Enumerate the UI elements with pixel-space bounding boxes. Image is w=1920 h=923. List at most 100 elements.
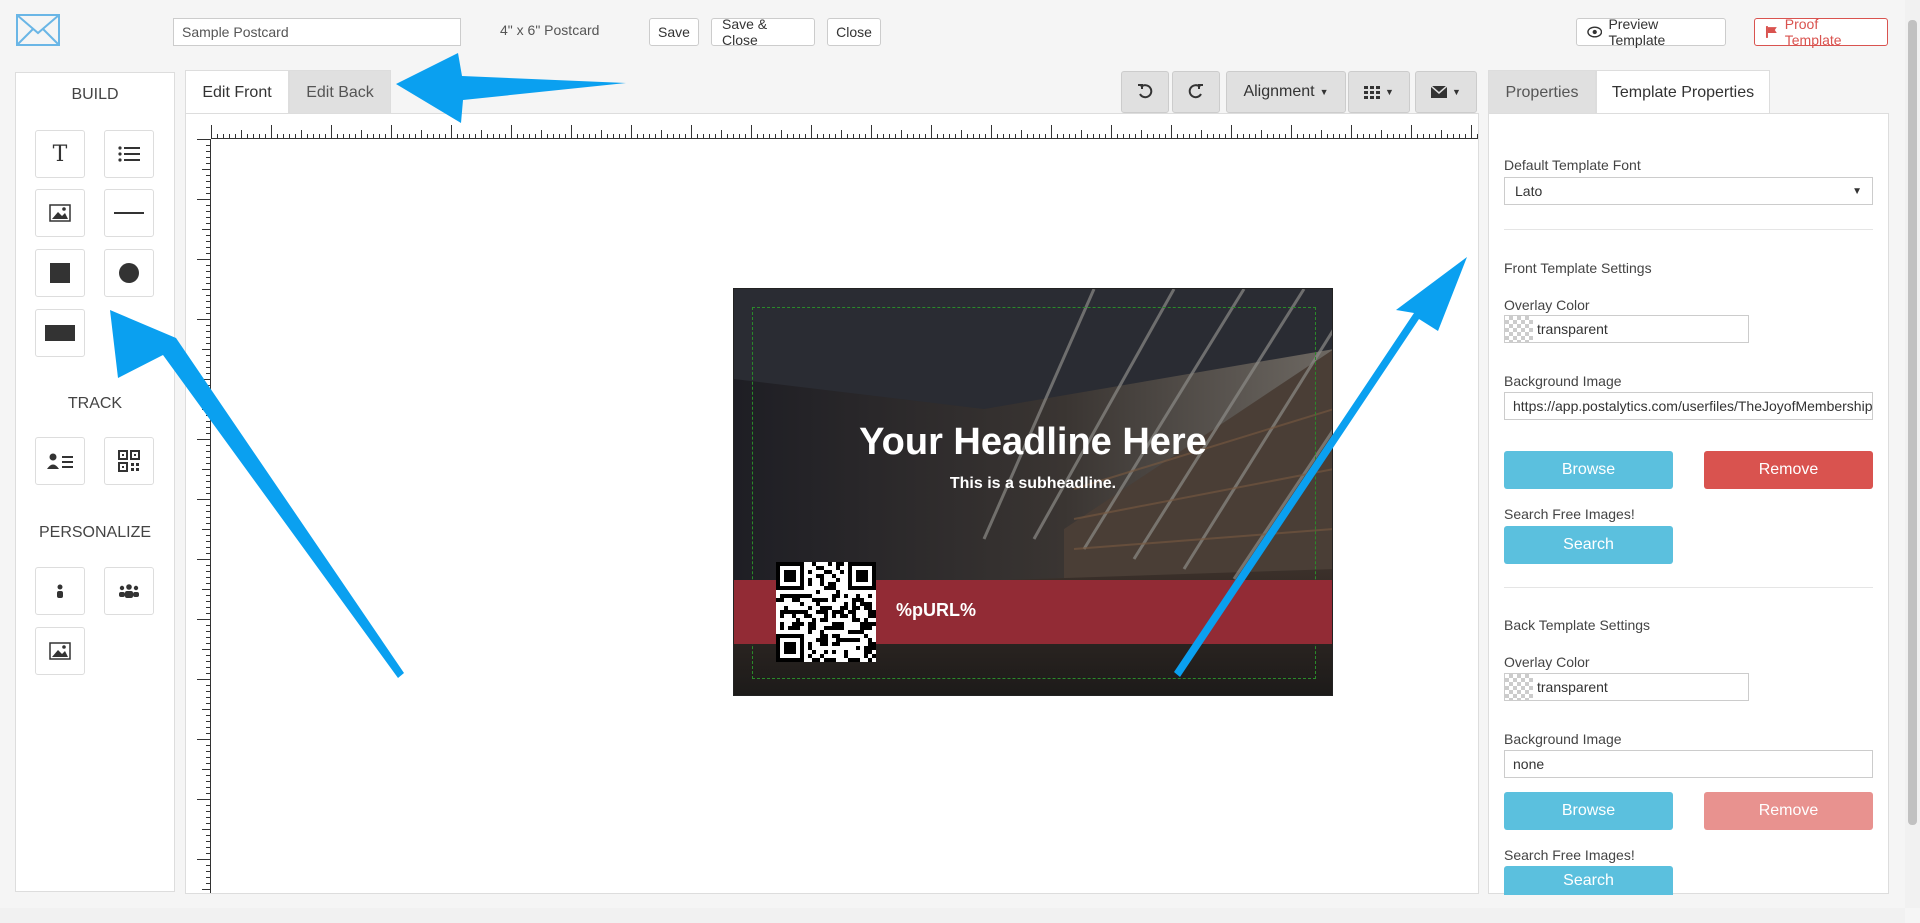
redo-icon — [1188, 84, 1203, 99]
build-title: BUILD — [71, 86, 119, 103]
eye-icon — [1587, 26, 1603, 38]
line-tool-button[interactable] — [104, 189, 154, 237]
list-tool-icon — [118, 146, 140, 162]
grid-icon — [1364, 85, 1381, 99]
line-tool-icon — [114, 212, 144, 214]
back-remove-button[interactable]: Remove — [1704, 792, 1873, 830]
tab-edit-front[interactable]: Edit Front — [185, 70, 289, 114]
preview-template-button[interactable]: Preview Template — [1576, 16, 1726, 48]
rectangle-tool-button[interactable] — [35, 309, 85, 357]
postcard-subheadline[interactable]: This is a subheadline. — [734, 475, 1332, 493]
default-font-select[interactable]: Lato ▼ — [1504, 177, 1873, 205]
front-overlay-color-input[interactable]: transparent — [1504, 315, 1749, 343]
front-bg-image-input[interactable]: https://app.postalytics.com/userfiles/Th… — [1504, 392, 1873, 420]
caret-down-icon: ▼ — [1385, 87, 1394, 97]
horizontal-scrollbar[interactable] — [0, 908, 1905, 923]
person-tool-button[interactable] — [35, 567, 85, 615]
template-properties-panel: Default Template Font Lato ▼ Front Templ… — [1488, 113, 1889, 895]
contact-card-icon — [47, 453, 73, 469]
proof-template-button[interactable]: Proof Template — [1754, 16, 1888, 48]
divider — [1504, 587, 1873, 588]
personalize-title: PERSONALIZE — [38, 524, 152, 541]
front-settings-title: Front Template Settings — [1504, 260, 1652, 276]
front-bg-label: Background Image — [1504, 373, 1622, 389]
template-name-input[interactable] — [173, 18, 461, 46]
vertical-ruler — [186, 139, 211, 893]
front-overlay-value: transparent — [1537, 321, 1608, 337]
front-browse-button[interactable]: Browse — [1504, 451, 1673, 489]
back-overlay-color-input[interactable]: transparent — [1504, 673, 1749, 701]
tab-template-properties[interactable]: Template Properties — [1596, 70, 1770, 114]
back-search-button[interactable]: Search — [1504, 866, 1673, 895]
back-bg-label: Background Image — [1504, 731, 1622, 747]
qr-code-icon[interactable] — [776, 562, 876, 662]
contact-card-tool-button[interactable] — [35, 437, 85, 485]
back-overlay-label: Overlay Color — [1504, 654, 1590, 670]
purl-text[interactable]: %pURL% — [896, 600, 976, 621]
square-tool-button[interactable] — [35, 249, 85, 297]
image-tool-icon — [49, 204, 71, 222]
front-remove-button[interactable]: Remove — [1704, 451, 1873, 489]
caret-down-icon: ▼ — [1319, 87, 1329, 97]
qr-code-icon — [118, 450, 140, 472]
rectangle-tool-icon — [45, 325, 75, 341]
square-tool-icon — [50, 263, 70, 283]
back-bg-image-input[interactable]: none — [1504, 750, 1873, 778]
alignment-dropdown[interactable]: Alignment ▼ — [1226, 71, 1346, 113]
tools-panel: BUILD T TRACK PERSONALIZE — [15, 72, 175, 892]
text-tool-button[interactable]: T — [35, 130, 85, 178]
front-overlay-label: Overlay Color — [1504, 297, 1590, 313]
top-bar: 4" x 6" Postcard Save Save & Close Close… — [0, 0, 1905, 62]
front-bg-value: https://app.postalytics.com/userfiles/Th… — [1513, 398, 1873, 414]
caret-down-icon: ▼ — [1452, 87, 1461, 97]
tab-properties[interactable]: Properties — [1488, 70, 1596, 114]
close-button[interactable]: Close — [827, 18, 881, 46]
redo-button[interactable] — [1172, 71, 1220, 113]
chevron-down-icon: ▼ — [1852, 185, 1862, 197]
postcard-front[interactable]: Your Headline Here This is a subheadline… — [733, 288, 1333, 696]
front-search-button[interactable]: Search — [1504, 526, 1673, 564]
transparent-swatch-icon — [1505, 316, 1533, 342]
qr-code-tool-button[interactable] — [104, 437, 154, 485]
scrollbar-thumb[interactable] — [1908, 20, 1917, 825]
front-search-free-label: Search Free Images! — [1504, 506, 1635, 522]
save-button[interactable]: Save — [649, 18, 699, 46]
design-canvas[interactable]: Your Headline Here This is a subheadline… — [185, 113, 1479, 894]
undo-icon — [1138, 84, 1153, 99]
circle-tool-icon — [119, 263, 139, 283]
proof-template-label: Proof Template — [1784, 16, 1842, 48]
mail-dropdown[interactable]: ▼ — [1415, 71, 1477, 113]
tab-edit-back[interactable]: Edit Back — [289, 70, 391, 114]
back-bg-value: none — [1513, 756, 1545, 772]
horizontal-ruler — [211, 114, 1478, 139]
save-close-button[interactable]: Save & Close — [711, 16, 815, 48]
personal-image-tool-button[interactable] — [35, 627, 85, 675]
list-tool-button[interactable] — [104, 130, 154, 178]
postcard-headline[interactable]: Your Headline Here — [734, 421, 1332, 464]
preview-template-label: Preview Template — [1608, 16, 1666, 48]
track-title: TRACK — [67, 395, 123, 412]
image-icon — [49, 642, 71, 660]
postcard-size-label: 4" x 6" Postcard — [500, 22, 600, 38]
divider — [1504, 229, 1873, 230]
back-browse-button[interactable]: Browse — [1504, 792, 1673, 830]
text-tool-icon: T — [52, 141, 68, 167]
undo-button[interactable] — [1121, 71, 1169, 113]
group-icon — [119, 584, 139, 598]
envelope-icon — [1431, 86, 1448, 98]
back-search-free-label: Search Free Images! — [1504, 847, 1635, 863]
person-icon — [57, 584, 63, 598]
vertical-scrollbar[interactable] — [1905, 0, 1920, 908]
image-tool-button[interactable] — [35, 189, 85, 237]
circle-tool-button[interactable] — [104, 249, 154, 297]
group-tool-button[interactable] — [104, 567, 154, 615]
default-font-value: Lato — [1515, 183, 1543, 199]
grid-dropdown[interactable]: ▼ — [1348, 71, 1410, 113]
back-settings-title: Back Template Settings — [1504, 617, 1651, 633]
back-overlay-value: transparent — [1537, 679, 1608, 695]
envelope-logo-icon — [16, 14, 60, 46]
default-font-label: Default Template Font — [1504, 157, 1641, 173]
flag-icon — [1765, 26, 1777, 38]
alignment-label: Alignment — [1243, 83, 1315, 100]
transparent-swatch-icon — [1505, 674, 1533, 700]
